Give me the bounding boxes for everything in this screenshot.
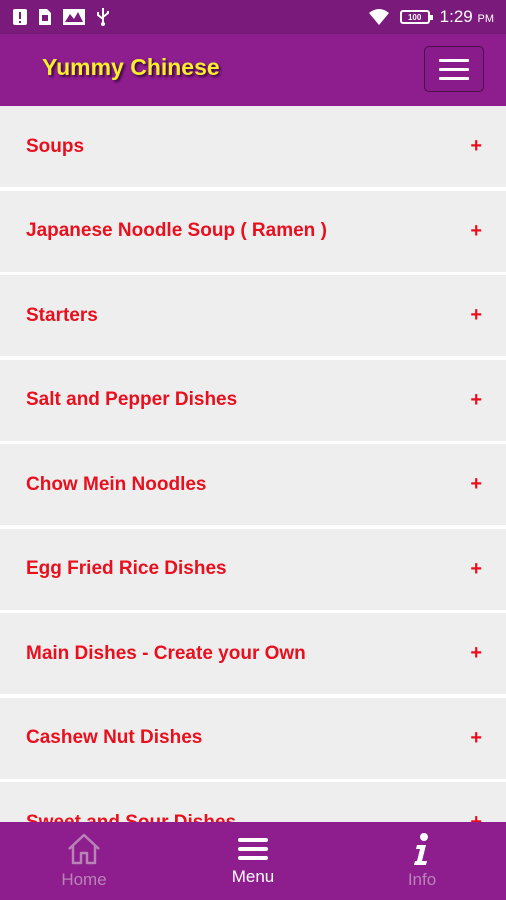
- hamburger-icon-line: [439, 67, 469, 71]
- nav-home-button[interactable]: Home: [0, 822, 168, 900]
- expand-plus-icon[interactable]: +: [470, 811, 482, 822]
- sim-card-icon: [39, 9, 51, 25]
- category-item-chow-mein[interactable]: Chow Mein Noodles +: [0, 444, 506, 525]
- menu-category-list[interactable]: Soups + Japanese Noodle Soup ( Ramen ) +…: [0, 106, 506, 822]
- bottom-navigation: Home Menu Info: [0, 822, 506, 900]
- hamburger-icon-line: [439, 76, 469, 80]
- category-item-main-dishes[interactable]: Main Dishes - Create your Own +: [0, 613, 506, 694]
- nav-menu-label: Menu: [231, 867, 275, 886]
- expand-plus-icon[interactable]: +: [470, 135, 482, 158]
- expand-plus-icon[interactable]: +: [470, 727, 482, 750]
- category-label: Japanese Noodle Soup ( Ramen ): [26, 220, 327, 241]
- expand-plus-icon[interactable]: +: [470, 389, 482, 412]
- status-bar: 100 1:29 PM: [0, 0, 506, 34]
- battery-icon: 100: [399, 10, 433, 24]
- expand-plus-icon[interactable]: +: [470, 473, 482, 496]
- usb-icon: [97, 8, 109, 26]
- expand-plus-icon[interactable]: +: [470, 558, 482, 581]
- clock-ampm: PM: [477, 13, 495, 25]
- home-icon: [68, 833, 100, 865]
- category-item-soups[interactable]: Soups +: [0, 106, 506, 187]
- category-label: Salt and Pepper Dishes: [26, 389, 238, 410]
- category-item-sweet-sour[interactable]: Sweet and Sour Dishes +: [0, 782, 506, 822]
- expand-plus-icon[interactable]: +: [470, 304, 482, 327]
- expand-plus-icon[interactable]: +: [470, 220, 482, 243]
- app-title: Yummy Chinese: [42, 54, 220, 80]
- nav-menu-button[interactable]: Menu: [169, 822, 337, 900]
- category-label: Chow Mein Noodles: [26, 473, 207, 495]
- clock-time: 1:29: [439, 7, 473, 26]
- category-item-egg-fried-rice[interactable]: Egg Fried Rice Dishes +: [0, 528, 506, 610]
- category-item-starters[interactable]: Starters +: [0, 275, 506, 356]
- hamburger-icon: [439, 58, 469, 62]
- category-label: Starters: [26, 304, 98, 326]
- hamburger-menu-button[interactable]: [424, 46, 484, 92]
- expand-plus-icon[interactable]: +: [470, 642, 482, 665]
- nav-info-button[interactable]: Info: [338, 822, 506, 900]
- info-icon: [414, 833, 428, 865]
- nav-home-label: Home: [61, 870, 107, 889]
- clock: 1:29 PM: [440, 7, 494, 27]
- notification-icons: [12, 7, 110, 27]
- alert-notification-icon: [13, 9, 27, 25]
- category-label: Egg Fried Rice Dishes: [26, 558, 227, 579]
- category-item-cashew-nut[interactable]: Cashew Nut Dishes +: [0, 697, 506, 779]
- nav-info-label: Info: [407, 870, 437, 889]
- category-item-ramen[interactable]: Japanese Noodle Soup ( Ramen ) +: [0, 190, 506, 272]
- list-menu-icon: [238, 838, 268, 860]
- system-icons: 100 1:29 PM: [368, 7, 494, 27]
- gallery-icon: [63, 9, 85, 25]
- category-label: Soups: [26, 135, 85, 157]
- app-bar: Yummy Chinese: [0, 34, 506, 106]
- wifi-icon: [368, 9, 389, 25]
- category-label: Sweet and Sour Dishes: [26, 811, 237, 823]
- category-label: Cashew Nut Dishes: [26, 727, 203, 748]
- category-label: Main Dishes - Create your Own: [26, 642, 306, 664]
- category-item-salt-pepper[interactable]: Salt and Pepper Dishes +: [0, 359, 506, 441]
